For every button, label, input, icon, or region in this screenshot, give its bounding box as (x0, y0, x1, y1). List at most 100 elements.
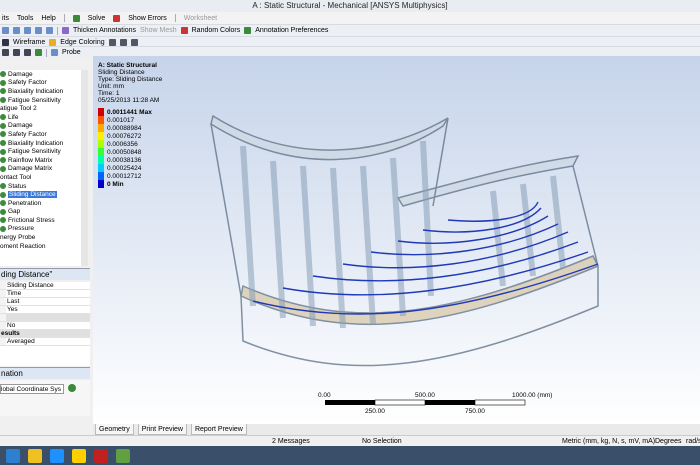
rotate-icon[interactable] (2, 27, 9, 34)
wireframe-button[interactable]: Wireframe (13, 39, 45, 46)
worksheet-button[interactable]: Worksheet (184, 15, 217, 22)
solve-button[interactable]: Solve (88, 15, 106, 22)
tree-item[interactable]: Rainflow Matrix (0, 156, 87, 165)
display-icon[interactable] (24, 49, 31, 56)
tree-item[interactable]: atigue Tool 2 (0, 104, 87, 113)
window-title: A : Static Structural - Mechanical [ANSY… (0, 0, 700, 12)
annotation-preferences-button[interactable]: Annotation Preferences (255, 27, 328, 34)
details-row[interactable]: Averaged (0, 338, 90, 346)
mechanical-icon[interactable] (94, 448, 108, 463)
fit-icon[interactable] (46, 27, 53, 34)
edge-icon[interactable] (119, 39, 127, 46)
tree-item[interactable]: Frictional Stress (0, 216, 87, 225)
result-icon (0, 79, 6, 86)
tree-item[interactable]: Damage Matrix (0, 165, 87, 174)
wireframe-icon (2, 39, 9, 46)
scale-label: 750.00 (465, 408, 485, 415)
tree-item[interactable]: Penetration (0, 199, 87, 208)
ansys-icon[interactable] (72, 448, 86, 463)
tree-item-label: Sliding Distance (8, 191, 57, 199)
zoom-icon[interactable] (24, 27, 31, 34)
refresh-icon[interactable] (68, 384, 76, 392)
result-icon (0, 148, 6, 155)
pan-icon[interactable] (13, 27, 20, 34)
orientation-panel: lobal Coordinate Sys (0, 380, 90, 416)
tree-item[interactable]: Safety Factor (0, 79, 87, 88)
probe-button[interactable]: Probe (62, 49, 81, 56)
scale-segment (474, 399, 526, 406)
thicken-annotations-button[interactable]: Thicken Annotations (73, 27, 136, 34)
details-value: No (7, 322, 16, 329)
edge-icon[interactable] (130, 39, 138, 46)
legend-icon[interactable] (35, 49, 42, 56)
details-section[interactable]: esults (0, 330, 90, 338)
tree-item-selected[interactable]: Sliding Distance (0, 190, 87, 199)
details-row[interactable]: Time (0, 290, 90, 298)
scale-segment (325, 400, 375, 405)
details-row[interactable]: Yes (0, 306, 90, 314)
tree-item[interactable]: Damage (0, 122, 87, 131)
result-icon (0, 131, 6, 138)
tree-item-label: Damage (8, 122, 33, 130)
tree-item[interactable]: oment Reaction (0, 242, 87, 251)
tree-item[interactable]: Gap (0, 208, 87, 217)
tree-item[interactable]: Life (0, 113, 87, 122)
separator (57, 26, 58, 35)
tree-item[interactable]: Pressure (0, 225, 87, 234)
result-icon (0, 97, 6, 104)
show-errors-button[interactable]: Show Errors (128, 15, 167, 22)
graphics-viewport[interactable]: A: Static Structural Sliding Distance Ty… (93, 56, 700, 424)
details-section[interactable] (0, 314, 90, 322)
tree-item-label: Penetration (8, 199, 42, 207)
box-zoom-icon[interactable] (35, 27, 42, 34)
tree-item-label: Fatigue Sensitivity (8, 96, 61, 104)
tree-scrollbar[interactable] (81, 70, 88, 266)
tree-item-label: nergy Probe (0, 234, 36, 242)
tree-item[interactable]: Biaxiality Indication (0, 87, 87, 96)
result-icon (0, 114, 6, 121)
tab-print-preview[interactable]: Print Preview (137, 424, 187, 435)
scale-label: 1000.00 (mm) (512, 392, 552, 399)
tab-report-preview[interactable]: Report Preview (190, 424, 247, 435)
scale-label: 0.00 (318, 392, 331, 399)
details-row[interactable]: Last (0, 298, 90, 306)
random-colors-button[interactable]: Random Colors (192, 27, 241, 34)
scale-bar: 0.00 500.00 1000.00 (mm) 250.00 750.00 (318, 392, 552, 415)
tree-item[interactable]: Safety Factor (0, 130, 87, 139)
tree-item[interactable]: Fatigue Sensitivity (0, 147, 87, 156)
browser-icon[interactable] (50, 448, 64, 463)
tree-item[interactable]: nergy Probe (0, 233, 87, 242)
workbench-icon[interactable] (116, 448, 130, 463)
result-icon (0, 140, 6, 147)
details-row[interactable]: No (0, 322, 90, 330)
start-icon[interactable] (6, 448, 20, 463)
show-mesh-button[interactable]: Show Mesh (140, 27, 177, 34)
os-taskbar (0, 446, 700, 465)
edge-coloring-dropdown[interactable]: Edge Coloring (60, 39, 104, 46)
result-icon (0, 88, 6, 95)
tree-item-label: atigue Tool 2 (0, 105, 37, 113)
tree-item[interactable]: Status (0, 182, 87, 191)
contour-icon[interactable] (13, 49, 20, 56)
annotation-prefs-icon (244, 27, 252, 34)
tree-item[interactable]: ontact Tool (0, 173, 87, 182)
edge-icon[interactable] (108, 39, 116, 46)
result-icon (0, 217, 6, 224)
tree-item[interactable]: Biaxiality Indication (0, 139, 87, 148)
folder-icon[interactable] (28, 448, 42, 463)
scale-segment (374, 399, 426, 406)
menu-edit[interactable]: its (2, 15, 9, 22)
details-row[interactable]: Sliding Distance (0, 282, 90, 290)
tree-item-label: Biaxiality Indication (8, 139, 64, 147)
result-icon (0, 157, 6, 164)
tree-item-label: ontact Tool (0, 173, 32, 181)
annotation-icon[interactable] (62, 27, 69, 34)
tab-geometry[interactable]: Geometry (95, 424, 134, 435)
orientation-header: nation (0, 367, 90, 379)
coordinate-system-select[interactable]: lobal Coordinate Sys (0, 384, 64, 394)
menu-tools[interactable]: Tools (17, 15, 33, 22)
tree-item[interactable]: Damage (0, 70, 87, 79)
scale-icon[interactable] (2, 49, 9, 56)
tree-item[interactable]: Fatigue Sensitivity (0, 96, 87, 105)
menu-help[interactable]: Help (41, 15, 55, 22)
